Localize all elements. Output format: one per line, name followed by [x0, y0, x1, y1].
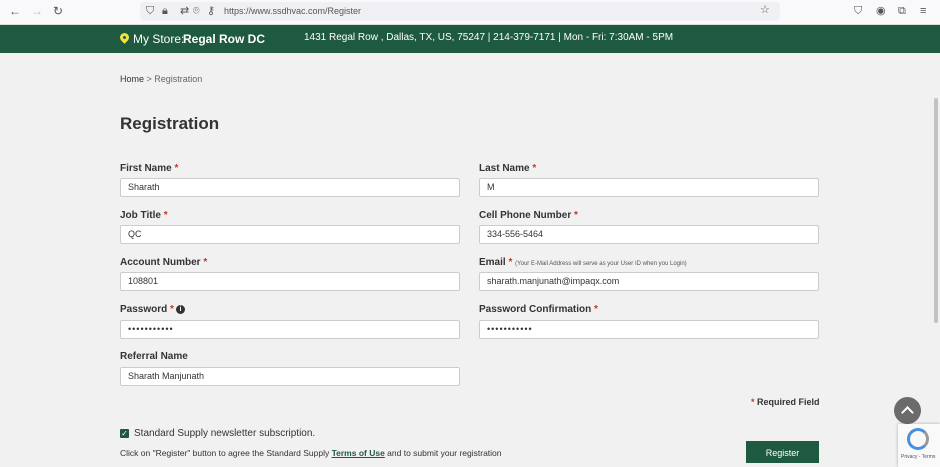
- email-note: (Your E-Mail Address will serve as your …: [515, 261, 687, 267]
- store-bar: My Store: Regal Row DC 1431 Regal Row , …: [0, 25, 940, 53]
- password-confirmation-label: Password Confirmation *: [479, 304, 598, 315]
- shield-icon[interactable]: ⛉: [146, 6, 154, 17]
- bookmark-star-icon[interactable]: ☆: [760, 5, 770, 16]
- recaptcha-badge[interactable]: Privacy - Terms: [898, 424, 940, 467]
- location-pin-icon: [118, 31, 131, 44]
- url-text[interactable]: https://www.ssdhvac.com/Register: [224, 6, 361, 16]
- breadcrumb: Home > Registration: [120, 74, 202, 84]
- referral-name-label: Referral Name: [120, 351, 188, 362]
- password-field[interactable]: •••••••••••: [120, 320, 460, 339]
- breadcrumb-home-link[interactable]: Home: [120, 74, 144, 84]
- newsletter-label: Standard Supply newsletter subscription.: [134, 428, 316, 439]
- forward-icon[interactable]: →: [31, 5, 43, 17]
- key-icon[interactable]: ⚷: [207, 6, 215, 17]
- extensions-icon[interactable]: ⧉: [898, 6, 906, 17]
- permissions-icon[interactable]: ⇄: [180, 6, 189, 17]
- newsletter-checkbox[interactable]: ✓: [120, 429, 129, 438]
- lock-icon[interactable]: 🔒︎: [162, 6, 168, 17]
- store-info: 1431 Regal Row , Dallas, TX, US, 75247 |…: [304, 32, 674, 43]
- chevron-up-icon: [901, 406, 914, 419]
- pocket-icon[interactable]: ⛉: [854, 6, 862, 17]
- account-number-field[interactable]: 108801: [120, 272, 460, 291]
- page-scrollbar[interactable]: [934, 98, 938, 323]
- last-name-field[interactable]: M: [479, 178, 819, 197]
- browser-toolbar: ← → ↻ ⛉ 🔒︎ ⇄ ⌾ ⚷ https://www.ssdhvac.com…: [0, 0, 940, 25]
- required-field-note: * Required Field: [751, 397, 820, 407]
- location-icon[interactable]: ⌾: [193, 6, 200, 17]
- job-title-field[interactable]: QC: [120, 225, 460, 244]
- email-label: Email * (Your E-Mail Address will serve …: [479, 257, 687, 268]
- back-icon[interactable]: ←: [9, 5, 21, 17]
- first-name-label: First Name *: [120, 163, 179, 174]
- account-number-label: Account Number *: [120, 257, 208, 268]
- first-name-field[interactable]: Sharath: [120, 178, 460, 197]
- last-name-label: Last Name *: [479, 163, 537, 174]
- page-title: Registration: [120, 114, 220, 133]
- store-label: My Store:: [133, 32, 185, 46]
- recaptcha-icon: [907, 428, 929, 450]
- info-icon[interactable]: i: [175, 304, 185, 314]
- password-confirmation-field[interactable]: •••••••••••: [479, 320, 819, 339]
- address-bar[interactable]: ⛉ 🔒︎ ⇄ ⌾ ⚷ https://www.ssdhvac.com/Regis…: [140, 2, 780, 21]
- password-label: Password * i: [120, 304, 185, 315]
- cell-phone-field[interactable]: 334-556-5464: [479, 225, 819, 244]
- job-title-label: Job Title *: [120, 210, 168, 221]
- referral-name-field[interactable]: Sharath Manjunath: [120, 367, 460, 386]
- account-icon[interactable]: ◉: [876, 6, 886, 17]
- email-field[interactable]: sharath.manjunath@impaqx.com: [479, 272, 819, 291]
- scroll-to-top-button[interactable]: [894, 397, 921, 424]
- terms-text: Click on "Register" button to agree the …: [120, 448, 502, 458]
- menu-icon[interactable]: ≡: [920, 6, 926, 17]
- recaptcha-terms[interactable]: Privacy - Terms: [901, 454, 935, 460]
- reload-icon[interactable]: ↻: [53, 5, 63, 17]
- terms-of-use-link[interactable]: Terms of Use: [332, 448, 385, 458]
- register-button[interactable]: Register: [746, 441, 819, 463]
- cell-phone-label: Cell Phone Number *: [479, 210, 578, 221]
- store-name[interactable]: Regal Row DC: [183, 32, 265, 46]
- breadcrumb-current: Registration: [154, 74, 203, 84]
- breadcrumb-separator: >: [144, 74, 155, 84]
